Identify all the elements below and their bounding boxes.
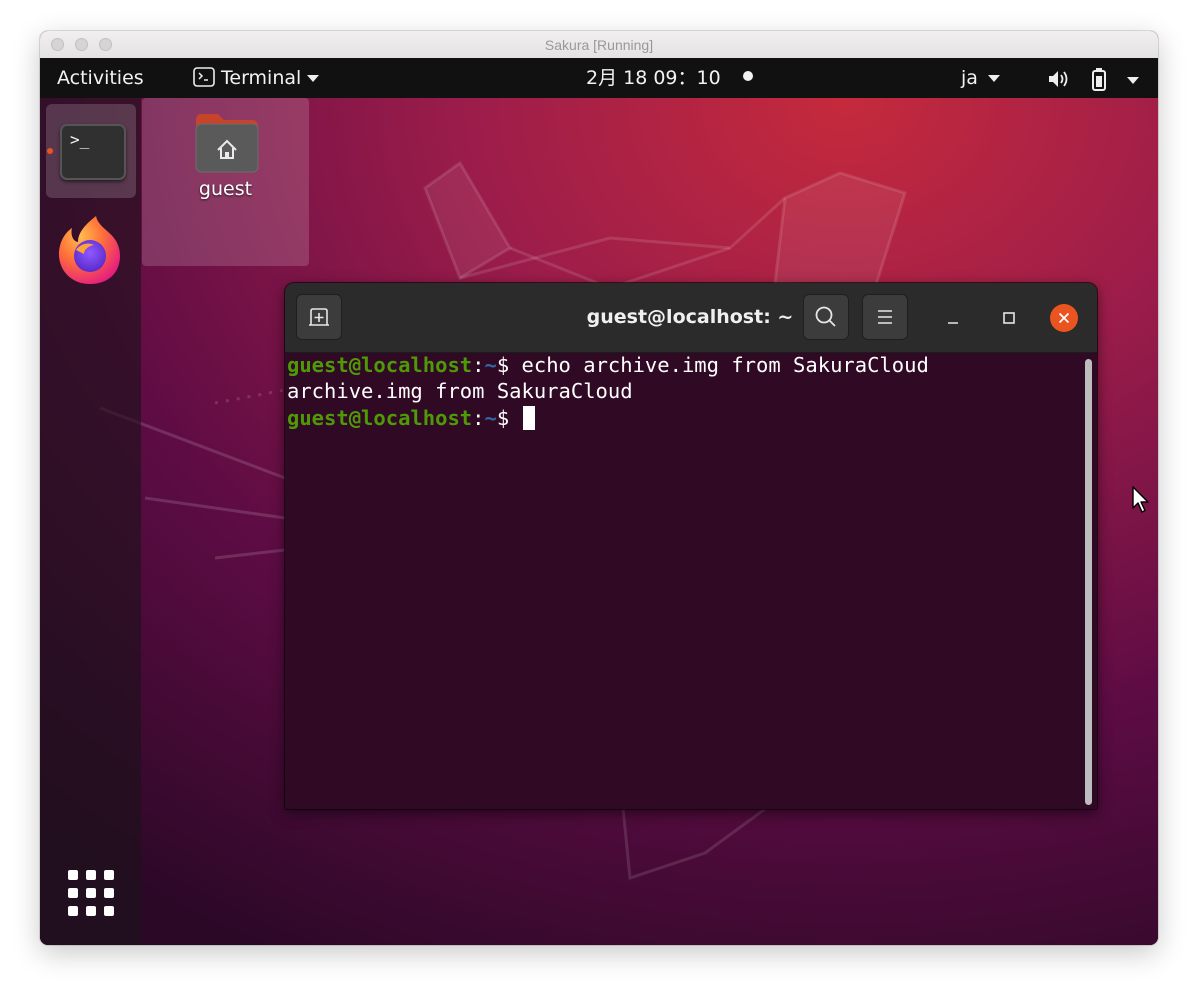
minimize-icon[interactable]: [940, 305, 966, 331]
command-text: echo archive.img from SakuraCloud: [521, 353, 929, 377]
running-indicator: [47, 148, 53, 154]
new-tab-button[interactable]: [296, 294, 342, 340]
ubuntu-desktop: Activities Terminal 2月 18 09：10 ja >_ gu…: [40, 58, 1158, 945]
app-menu-label: Terminal: [221, 67, 302, 89]
apps-grid-dot: [104, 888, 114, 898]
terminal-icon: >_: [60, 124, 126, 180]
dock-item-terminal[interactable]: >_: [46, 104, 136, 198]
notification-dot-icon: [742, 71, 753, 81]
dock-item-firefox[interactable]: [56, 214, 124, 286]
terminal-line: archive.img from SakuraCloud: [287, 378, 633, 404]
apps-grid-dot: [86, 906, 96, 916]
desktop-icon-guest[interactable]: guest: [142, 98, 309, 266]
new-tab-icon: [309, 308, 329, 326]
show-applications-button[interactable]: [68, 870, 114, 916]
menu-button[interactable]: [862, 294, 908, 340]
volume-icon: [1049, 71, 1068, 87]
apps-grid-dot: [68, 906, 78, 916]
terminal-small-icon: [193, 67, 215, 87]
terminal-line: guest@localhost:~$ echo archive.img from…: [287, 352, 929, 378]
activities-button[interactable]: Activities: [57, 67, 144, 89]
chevron-down-icon: [987, 75, 1000, 82]
host-titlebar[interactable]: Sakura [Running]: [40, 31, 1158, 59]
terminal-output[interactable]: guest@localhost:~$ echo archive.img from…: [285, 353, 1081, 809]
dock: >_: [40, 98, 141, 945]
host-window: Sakura [Running] Activities Terminal 2月 …: [40, 31, 1158, 945]
terminal-glyph: >_: [70, 130, 90, 149]
command-output: archive.img from SakuraCloud: [287, 379, 633, 403]
close-icon: [1058, 312, 1070, 324]
clock-text: 2月 18 09：10: [586, 67, 721, 89]
desktop-icon-label: guest: [198, 178, 253, 200]
chevron-down-icon: [307, 75, 320, 82]
prompt-colon: :: [472, 353, 485, 377]
terminal-headerbar[interactable]: guest@localhost: ~: [285, 283, 1097, 353]
system-menu[interactable]: [1047, 67, 1140, 91]
apps-grid-dot: [86, 870, 96, 880]
mouse-pointer-icon: [1132, 486, 1149, 513]
apps-grid-dot: [68, 870, 78, 880]
chevron-down-icon: [1127, 77, 1140, 84]
terminal-scrollbar[interactable]: [1085, 359, 1092, 805]
prompt-symbol: $: [496, 406, 522, 430]
apps-grid-dot: [104, 906, 114, 916]
hamburger-icon: [878, 310, 892, 324]
host-window-title: Sakura [Running]: [544, 37, 654, 53]
top-bar: Activities Terminal 2月 18 09：10 ja: [40, 58, 1158, 98]
prompt-path: ~: [484, 353, 497, 377]
prompt-user-host: guest@localhost: [287, 406, 473, 430]
app-menu-button[interactable]: Terminal: [193, 67, 320, 89]
battery-icon: [1092, 68, 1107, 91]
maximize-icon[interactable]: [996, 305, 1022, 331]
apps-grid-dot: [68, 888, 78, 898]
prompt-path: ~: [484, 406, 497, 430]
clock[interactable]: 2月 18 09：10: [586, 67, 753, 89]
language-menu[interactable]: ja: [961, 67, 1000, 89]
terminal-window[interactable]: guest@localhost: ~ guest@localhost:~$ ec…: [285, 283, 1097, 809]
apps-grid-dot: [104, 870, 114, 880]
text-cursor: [522, 406, 535, 430]
terminal-line: guest@localhost:~$: [287, 405, 535, 431]
prompt-user-host: guest@localhost: [287, 353, 473, 377]
close-button[interactable]: [1050, 304, 1078, 332]
apps-grid-dot: [86, 888, 96, 898]
prompt-colon: :: [472, 406, 485, 430]
home-folder-icon: [195, 114, 259, 173]
search-button[interactable]: [803, 294, 849, 340]
prompt-symbol: $: [496, 353, 522, 377]
search-icon: [815, 306, 836, 327]
language-label: ja: [961, 67, 978, 89]
firefox-icon: [58, 216, 120, 284]
